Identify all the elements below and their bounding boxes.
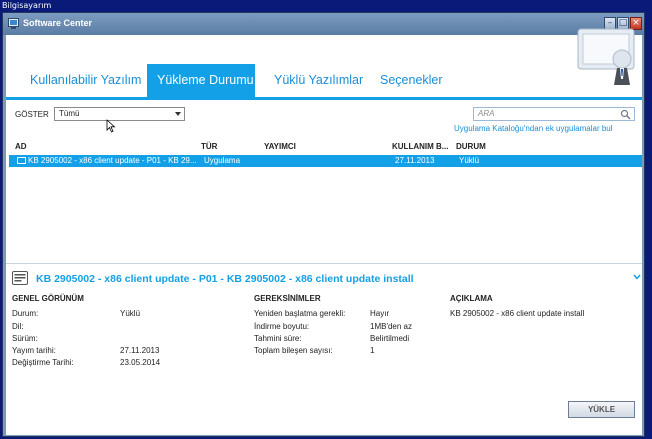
field-value: 27.11.2013 bbox=[120, 346, 160, 355]
field-label: Sürüm: bbox=[12, 334, 38, 343]
install-button[interactable]: YÜKLE bbox=[568, 401, 635, 418]
app-icon bbox=[8, 18, 19, 29]
field-label: Yeniden başlatma gerekli: bbox=[254, 309, 346, 318]
column-name[interactable]: AD bbox=[15, 142, 27, 151]
package-icon bbox=[12, 271, 28, 285]
field-value: Hayır bbox=[370, 309, 390, 318]
mouse-cursor-icon bbox=[106, 119, 116, 133]
tab-available-software[interactable]: Kullanılabilir Yazılım bbox=[20, 64, 151, 97]
filter-value: Tümü bbox=[59, 109, 80, 118]
table-header: AD TÜR YAYIMCI KULLANIM B... DURUM bbox=[6, 142, 642, 154]
package-icon bbox=[17, 157, 26, 164]
tab-options[interactable]: Seçenekler bbox=[370, 64, 453, 97]
requirements-heading: GEREKSİNİMLER bbox=[254, 294, 321, 303]
column-publisher[interactable]: YAYIMCI bbox=[264, 142, 296, 151]
search-input[interactable]: ARA bbox=[473, 107, 635, 121]
window-title: Software Center bbox=[23, 18, 93, 28]
tab-installation-status[interactable]: Yükleme Durumu bbox=[147, 64, 255, 97]
software-center-window: Software Center – □ × Kullanılabilir Yaz… bbox=[2, 12, 645, 437]
field-label: Tahmini süre: bbox=[254, 334, 302, 343]
description-heading: AÇIKLAMA bbox=[450, 294, 493, 303]
filter-dropdown[interactable]: Tümü bbox=[54, 107, 185, 121]
tab-underline bbox=[6, 97, 642, 100]
field-value: 23.05.2014 bbox=[120, 358, 161, 367]
row-name: KB 2905002 - x86 client update - P01 - K… bbox=[28, 156, 197, 165]
field-label: Dil: bbox=[12, 322, 24, 331]
row-status: Yüklü bbox=[459, 156, 480, 165]
field-value: 1MB'den az bbox=[370, 322, 412, 331]
chevron-down-icon[interactable] bbox=[633, 274, 641, 280]
field-label: Yayım tarihi: bbox=[12, 346, 56, 355]
field-label: İndirme boyutu: bbox=[254, 322, 310, 331]
catalog-link[interactable]: Uygulama Kataloğu'ndan ek uygulamalar bu… bbox=[454, 124, 613, 133]
field-label: Durum: bbox=[12, 309, 39, 318]
column-date[interactable]: KULLANIM B... bbox=[392, 142, 448, 151]
column-type[interactable]: TÜR bbox=[201, 142, 217, 151]
row-date: 27.11.2013 bbox=[395, 156, 435, 165]
chevron-down-icon bbox=[175, 112, 181, 116]
detail-title: KB 2905002 - x86 client update - P01 - K… bbox=[36, 273, 414, 285]
row-type: Uygulama bbox=[204, 156, 241, 165]
field-label: Değiştirme Tarihi: bbox=[12, 358, 74, 367]
field-value: 1 bbox=[370, 346, 375, 355]
table-row[interactable]: KB 2905002 - x86 client update - P01 - K… bbox=[9, 155, 642, 167]
general-heading: GENEL GÖRÜNÜM bbox=[12, 294, 84, 303]
description-text: KB 2905002 - x86 client update install bbox=[450, 309, 585, 318]
main-content: Kullanılabilir Yazılım Yükleme Durumu Yü… bbox=[6, 28, 642, 435]
search-icon[interactable] bbox=[620, 109, 631, 120]
desktop-label: Bilgisayarım bbox=[2, 1, 52, 10]
filter-label: GÖSTER bbox=[15, 110, 49, 119]
title-bar[interactable]: Software Center – □ × bbox=[3, 13, 644, 35]
field-value: Belirtilmedi bbox=[370, 334, 410, 343]
field-label: Toplam bileşen sayısı: bbox=[254, 346, 333, 355]
field-value: Yüklü bbox=[120, 309, 141, 318]
tab-installed-software[interactable]: Yüklü Yazılımlar bbox=[264, 64, 373, 97]
computer-icon bbox=[577, 28, 635, 85]
detail-divider bbox=[6, 263, 642, 264]
column-status[interactable]: DURUM bbox=[456, 142, 486, 151]
tab-bar: Kullanılabilir Yazılım Yükleme Durumu Yü… bbox=[6, 28, 642, 97]
search-placeholder: ARA bbox=[478, 109, 495, 118]
